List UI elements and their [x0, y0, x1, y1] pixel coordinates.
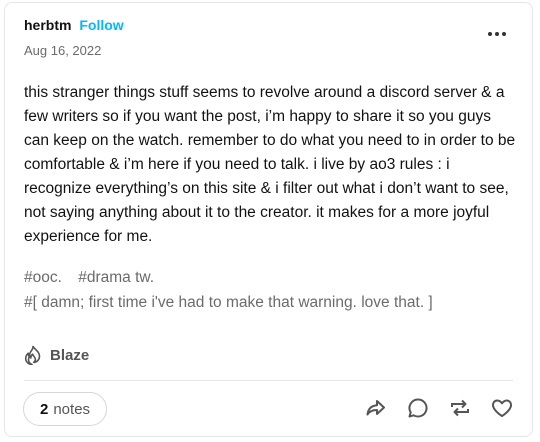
- post-date[interactable]: Aug 16, 2022: [24, 43, 124, 58]
- comment-icon[interactable]: [406, 396, 430, 420]
- blaze-label: Blaze: [50, 346, 90, 364]
- flame-icon: [24, 345, 41, 365]
- tag[interactable]: #ooc.: [24, 269, 62, 286]
- reblog-icon[interactable]: [448, 396, 472, 420]
- tag[interactable]: #drama tw.: [78, 269, 154, 286]
- share-icon[interactable]: [364, 396, 388, 420]
- notes-button[interactable]: 2 notes: [23, 392, 108, 426]
- tag[interactable]: #[ damn; first time i've had to make tha…: [24, 294, 433, 311]
- post-actions: [364, 396, 514, 420]
- notes-label: notes: [53, 400, 91, 418]
- blaze-button[interactable]: Blaze: [24, 345, 89, 365]
- post-header: herbtm Follow Aug 16, 2022: [24, 16, 124, 58]
- like-icon[interactable]: [490, 396, 514, 420]
- more-options-icon[interactable]: [487, 29, 507, 39]
- post-card: herbtm Follow Aug 16, 2022 this stranger…: [4, 2, 533, 437]
- post-body: this stranger things stuff seems to revo…: [24, 84, 516, 245]
- post-tags: #ooc. #drama tw. #[ damn; first time i'v…: [24, 265, 516, 315]
- username[interactable]: herbtm: [24, 17, 71, 33]
- notes-count: 2: [40, 400, 49, 418]
- author-line: herbtm Follow: [24, 16, 124, 34]
- divider: [24, 380, 513, 381]
- follow-button[interactable]: Follow: [79, 17, 123, 33]
